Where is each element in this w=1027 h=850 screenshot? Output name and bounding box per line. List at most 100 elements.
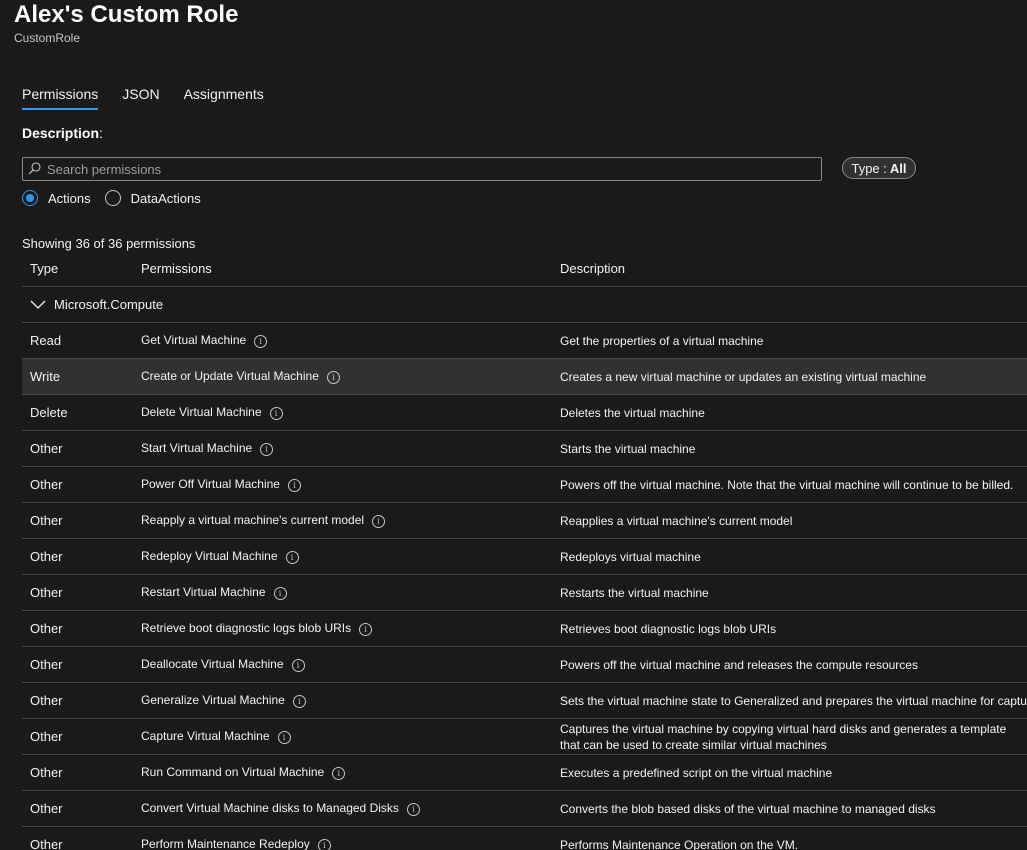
role-details-page: Alex's Custom Role CustomRole Permission… (0, 0, 1027, 850)
table-row[interactable]: Other Restart Virtual Machine i Restarts th… (22, 575, 1027, 611)
table-row[interactable]: Other Reapply a virtual machine's current… (22, 503, 1027, 539)
table-row[interactable]: Other Capture Virtual Machine i Captures th… (22, 719, 1027, 755)
row-permission-name: Get Virtual Machine (141, 333, 247, 348)
description-label: Description: (22, 125, 103, 141)
info-icon[interactable]: i (254, 334, 268, 348)
info-icon[interactable]: i (332, 766, 346, 780)
table-row[interactable]: Read Get Virtual Machine i Get the properti… (22, 323, 1027, 359)
row-permission-name: Redeploy Virtual Machine (141, 549, 278, 564)
row-permission-cell: Start Virtual Machine i (141, 441, 560, 456)
column-header-permissions[interactable]: Permissions (141, 261, 560, 276)
row-permission-name: Retrieve boot diagnostic logs blob URIs (141, 621, 352, 636)
table-row[interactable]: Other Redeploy Virtual Machine i Redeploys … (22, 539, 1027, 575)
table-row[interactable]: Other Power Off Virtual Machine i Powers of… (22, 467, 1027, 503)
row-permission-cell: Power Off Virtual Machine i (141, 477, 560, 492)
info-icon[interactable]: i (317, 838, 331, 850)
column-header-description[interactable]: Description (560, 261, 1027, 276)
info-icon[interactable]: i (260, 442, 274, 456)
row-permission-cell: Redeploy Virtual Machine i (141, 549, 560, 564)
table-row[interactable]: Other Start Virtual Machine i Starts the vi… (22, 431, 1027, 467)
info-icon[interactable]: i (291, 658, 305, 672)
table-body: Read Get Virtual Machine i Get the properti… (22, 323, 1027, 850)
row-type: Delete (30, 405, 68, 420)
row-permission-cell: Generalize Virtual Machine i (141, 693, 560, 708)
tab-json[interactable]: JSON (122, 86, 159, 110)
search-input[interactable] (45, 161, 807, 177)
column-header-type[interactable]: Type (22, 261, 141, 276)
radio-dataactions-label: DataActions (130, 190, 201, 206)
row-type: Other (30, 693, 63, 708)
row-type: Other (30, 801, 63, 816)
action-type-radio-group: Actions DataActions (22, 190, 215, 206)
info-icon[interactable]: i (326, 370, 340, 384)
table-row[interactable]: Other Deallocate Virtual Machine i Powers o… (22, 647, 1027, 683)
type-filter-button[interactable]: Type : All (842, 157, 916, 179)
row-permission-name: Power Off Virtual Machine (141, 477, 280, 492)
row-description: Powers off the virtual machine and relea… (560, 657, 918, 672)
group-row-microsoft-compute[interactable]: Microsoft.Compute (22, 287, 1027, 323)
page-title: Alex's Custom Role (14, 1, 239, 28)
tab-bar: Permissions JSON Assignments (22, 86, 264, 110)
row-permission-cell: Convert Virtual Machine disks to Managed… (141, 801, 560, 816)
row-description: Reapplies a virtual machine's current mo… (560, 513, 793, 528)
row-permission-cell: Capture Virtual Machine i (141, 729, 560, 744)
row-permission-cell: Delete Virtual Machine i (141, 405, 560, 420)
group-label: Microsoft.Compute (54, 297, 164, 312)
row-permission-name: Run Command on Virtual Machine (141, 765, 325, 780)
table-row[interactable]: Other Convert Virtual Machine disks to Ma… (22, 791, 1027, 827)
row-description: Creates a new virtual machine or updates… (560, 369, 927, 384)
row-permission-name: Generalize Virtual Machine (141, 693, 285, 708)
row-permission-cell: Create or Update Virtual Machine i (141, 369, 560, 384)
row-type: Other (30, 549, 63, 564)
row-description: Executes a predefined script on the virt… (560, 765, 833, 780)
radio-actions[interactable]: Actions (22, 190, 91, 206)
tab-permissions[interactable]: Permissions (22, 86, 99, 110)
row-description: Performs Maintenance Operation on the VM… (560, 837, 799, 850)
row-type: Other (30, 729, 63, 744)
table-row[interactable]: Other Retrieve boot diagnostic logs blob … (22, 611, 1027, 647)
row-description: Redeploys virtual machine (560, 549, 701, 564)
radio-dataactions[interactable]: DataActions (104, 190, 201, 206)
radio-checked-icon (22, 190, 38, 206)
info-icon[interactable]: i (277, 730, 291, 744)
info-icon[interactable]: i (406, 802, 420, 816)
info-icon[interactable]: i (269, 406, 283, 420)
info-icon[interactable]: i (287, 478, 301, 492)
table-row[interactable]: Delete Delete Virtual Machine i Deletes the… (22, 395, 1027, 431)
row-permission-cell: Run Command on Virtual Machine i (141, 765, 560, 780)
row-permission-name: Start Virtual Machine (141, 441, 253, 456)
table-row[interactable]: Other Generalize Virtual Machine i Sets the… (22, 683, 1027, 719)
row-description: Retrieves boot diagnostic logs blob URIs (560, 621, 777, 636)
row-type: Other (30, 441, 63, 456)
tab-assignments[interactable]: Assignments (184, 86, 264, 110)
row-permission-cell: Retrieve boot diagnostic logs blob URIs i (141, 621, 560, 636)
info-icon[interactable]: i (372, 514, 386, 528)
row-permission-cell: Deallocate Virtual Machine i (141, 657, 560, 672)
info-icon[interactable]: i (359, 622, 373, 636)
radio-actions-label: Actions (48, 190, 91, 206)
table-row[interactable]: Write Create or Update Virtual Machine i Cr… (22, 359, 1027, 395)
row-type: Other (30, 765, 63, 780)
row-description: Captures the virtual machine by copying … (560, 721, 1007, 752)
row-type: Other (30, 837, 63, 850)
permissions-table: Type Permissions Description Microsoft.C… (22, 251, 1027, 850)
info-icon[interactable]: i (292, 694, 306, 708)
row-permission-name: Delete Virtual Machine (141, 405, 262, 420)
search-box[interactable] (22, 157, 822, 181)
table-header: Type Permissions Description (22, 251, 1027, 287)
row-permission-name: Create or Update Virtual Machine (141, 369, 319, 384)
row-description: Powers off the virtual machine. Note tha… (560, 477, 1014, 492)
table-row[interactable]: Other Run Command on Virtual Machine i Exec… (22, 755, 1027, 791)
table-row[interactable]: Other Perform Maintenance Redeploy i Perfor… (22, 827, 1027, 850)
info-icon[interactable]: i (273, 586, 287, 600)
row-permission-cell: Get Virtual Machine i (141, 333, 560, 348)
chevron-down-icon (30, 300, 52, 310)
results-count: Showing 36 of 36 permissions (22, 236, 196, 251)
row-permission-name: Restart Virtual Machine (141, 585, 266, 600)
row-permission-name: Capture Virtual Machine (141, 729, 270, 744)
row-description: Sets the virtual machine state to Genera… (560, 693, 1027, 708)
row-type: Other (30, 657, 63, 672)
info-icon[interactable]: i (285, 550, 299, 564)
radio-unchecked-icon (104, 190, 121, 206)
row-permission-cell: Reapply a virtual machine's current mode… (141, 513, 560, 528)
